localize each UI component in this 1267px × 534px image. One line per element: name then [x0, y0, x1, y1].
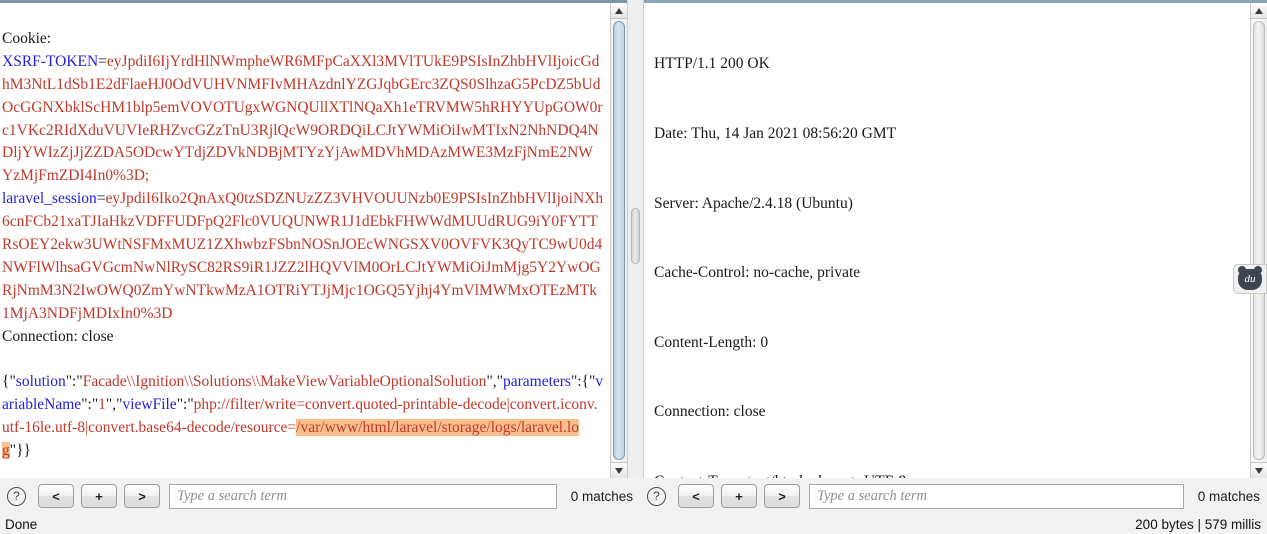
- status-text-right: 200 bytes | 579 millis: [1135, 517, 1261, 532]
- chevron-up-icon: [615, 8, 623, 14]
- request-scroll-track[interactable]: [611, 19, 627, 462]
- request-message-text[interactable]: Cookie:XSRF-TOKEN=eyJpdiI6IjYrdHlNWmpheW…: [0, 3, 610, 478]
- bear-face-icon: du: [1238, 269, 1262, 290]
- status-bar: Done 200 bytes | 579 millis: [0, 514, 1267, 534]
- response-line-length: Content-Length: 0: [654, 331, 1244, 354]
- panes-container: Cookie:XSRF-TOKEN=eyJpdiI6IjYrdHlNWmpheW…: [0, 0, 1267, 478]
- floating-extension-badge[interactable]: du: [1233, 264, 1267, 294]
- search-prev-button-response[interactable]: <: [678, 484, 714, 508]
- response-line-server: Server: Apache/2.4.18 (Ubuntu): [654, 192, 1244, 215]
- search-prev-button-request[interactable]: <: [38, 484, 74, 508]
- response-line-connection: Connection: close: [654, 400, 1244, 423]
- help-icon[interactable]: ?: [7, 487, 26, 506]
- response-pane: HTTP/1.1 200 OK Date: Thu, 14 Jan 2021 0…: [644, 0, 1267, 478]
- pane-splitter[interactable]: [627, 0, 644, 478]
- response-message-text[interactable]: HTTP/1.1 200 OK Date: Thu, 14 Jan 2021 0…: [644, 3, 1250, 478]
- response-line-date: Date: Thu, 14 Jan 2021 08:56:20 GMT: [654, 122, 1244, 145]
- request-pane: Cookie:XSRF-TOKEN=eyJpdiI6IjYrdHlNWmpheW…: [0, 0, 627, 478]
- response-scroll-thumb[interactable]: [1253, 21, 1265, 460]
- match-count-response: 0 matches: [1191, 489, 1263, 504]
- response-pane-scrollbar[interactable]: [1250, 3, 1267, 478]
- cookie-label: Cookie:: [2, 28, 604, 51]
- scroll-down-button-request[interactable]: [611, 462, 627, 478]
- json-key-parameters: parameters: [503, 373, 571, 390]
- scroll-up-button-request[interactable]: [611, 3, 627, 19]
- chevron-down-icon: [1255, 468, 1263, 474]
- chevron-down-icon: [615, 468, 623, 474]
- request-pane-scrollbar[interactable]: [610, 3, 627, 478]
- search-toolbar-request: ? < + > Type a search term 0 matches: [0, 478, 640, 514]
- cookie-name-xsrf: XSRF-TOKEN: [2, 53, 98, 70]
- response-line-contenttype: Content-Type: text/html; charset=UTF-8: [654, 470, 1244, 478]
- search-input-response[interactable]: Type a search term: [809, 484, 1184, 509]
- cookie-value-xsrf: eyJpdiI6IjYrdHlNWmpheWR6MFpCaXXl3MVlTUkE…: [2, 53, 603, 185]
- search-toolbar-response: ? < + > Type a search term 0 matches: [640, 478, 1267, 514]
- help-icon[interactable]: ?: [647, 487, 666, 506]
- request-scroll-thumb[interactable]: [613, 21, 625, 460]
- search-add-button-request[interactable]: +: [81, 484, 117, 508]
- response-scroll-track[interactable]: [1251, 19, 1267, 462]
- search-input-request[interactable]: Type a search term: [169, 484, 557, 509]
- response-body-wrap: HTTP/1.1 200 OK Date: Thu, 14 Jan 2021 0…: [644, 3, 1267, 478]
- search-add-button-response[interactable]: +: [721, 484, 757, 508]
- scroll-down-button-response[interactable]: [1251, 462, 1267, 478]
- cookie-name-session: laravel_session: [2, 190, 97, 207]
- json-value-solution: Facade\\Ignition\\Solutions\\MakeViewVar…: [83, 373, 487, 390]
- search-next-button-response[interactable]: >: [764, 484, 800, 508]
- request-body-wrap: Cookie:XSRF-TOKEN=eyJpdiI6IjYrdHlNWmpheW…: [0, 3, 627, 478]
- badge-label: du: [1245, 274, 1256, 285]
- json-key-viewfile: viewFile: [122, 396, 176, 413]
- json-value-variablename: 1: [98, 396, 106, 413]
- match-count-request: 0 matches: [564, 489, 636, 504]
- request-connection-header: Connection: close: [2, 326, 604, 349]
- search-next-button-request[interactable]: >: [124, 484, 160, 508]
- pane-splitter-handle[interactable]: [631, 208, 640, 264]
- json-key-solution: solution: [16, 373, 66, 390]
- body-gap: [2, 349, 604, 372]
- cookie-value-session: eyJpdiI6Iko2QnAxQ0tzSDZNUzZZ3VHVOUUNzb0E…: [2, 190, 603, 322]
- status-text-left: Done: [5, 517, 37, 532]
- chevron-up-icon: [1255, 8, 1263, 14]
- http-message-viewer: Cookie:XSRF-TOKEN=eyJpdiI6IjYrdHlNWmpheW…: [0, 0, 1267, 534]
- scroll-up-button-response[interactable]: [1251, 3, 1267, 19]
- response-line-cache: Cache-Control: no-cache, private: [654, 261, 1244, 284]
- search-toolbars: ? < + > Type a search term 0 matches ? <…: [0, 478, 1267, 514]
- response-line-status: HTTP/1.1 200 OK: [654, 52, 1244, 75]
